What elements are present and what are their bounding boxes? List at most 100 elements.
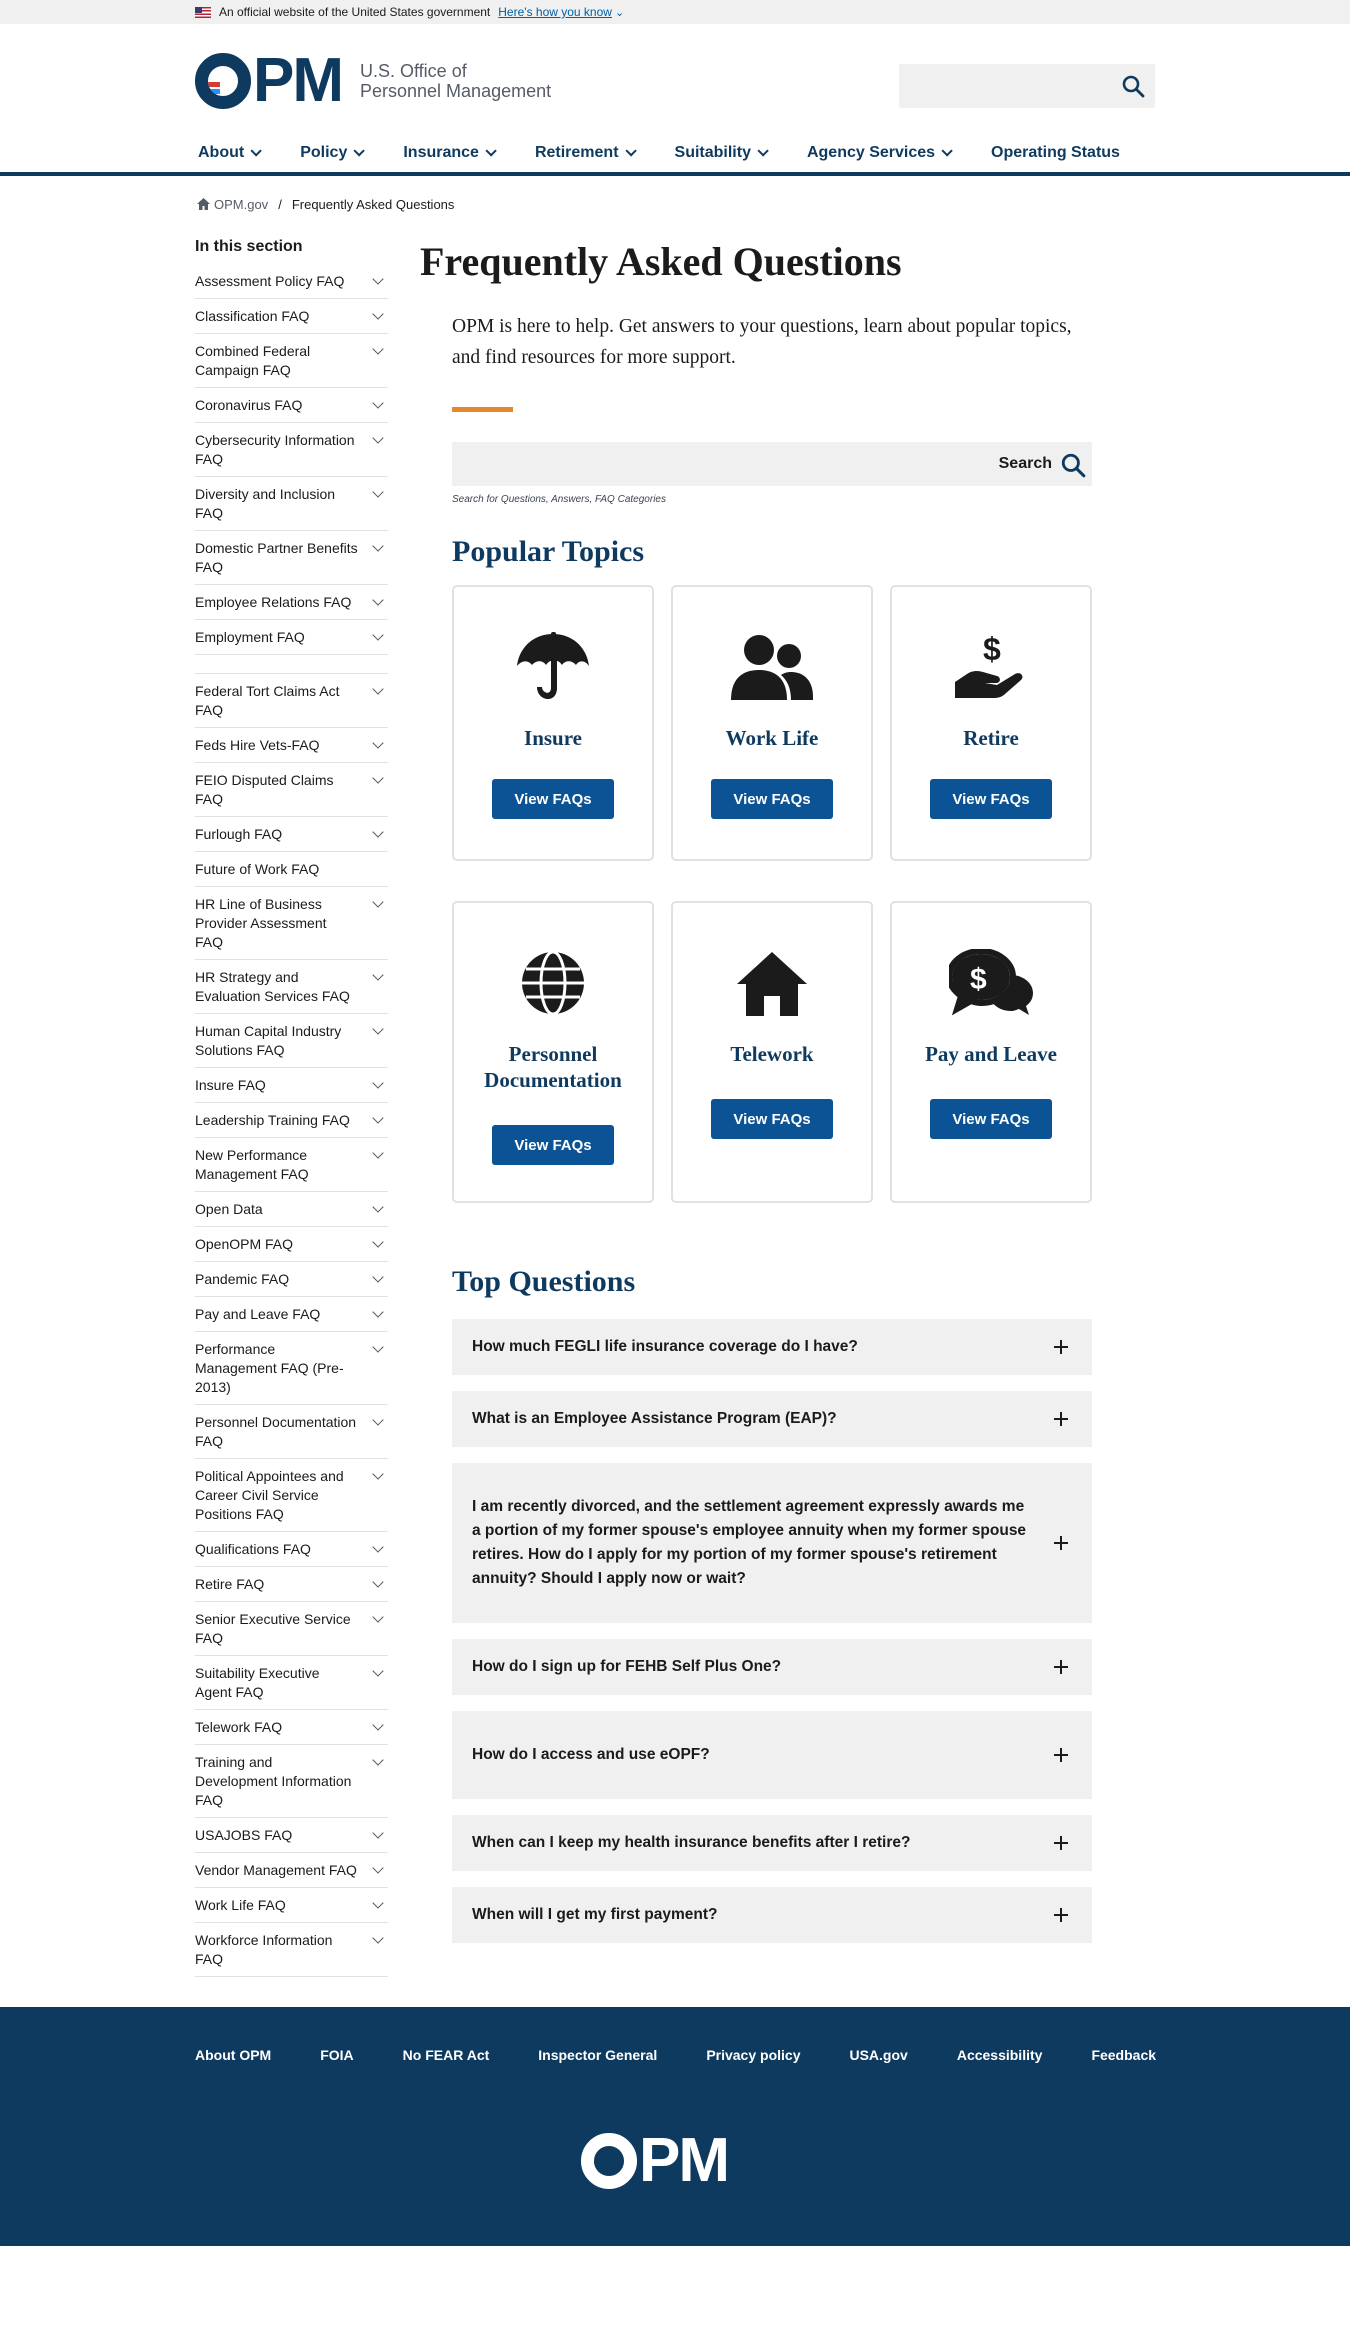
footer-link-privacy-policy[interactable]: Privacy policy [706, 2047, 800, 2063]
accordion-item[interactable]: How do I access and use eOPF? [452, 1711, 1092, 1799]
chevron-down-icon[interactable] [372, 896, 384, 908]
nav-policy[interactable]: Policy [300, 144, 366, 162]
chevron-down-icon[interactable] [372, 1341, 384, 1353]
plus-icon[interactable] [1054, 1340, 1068, 1354]
side-nav-item[interactable]: Open Data [195, 1192, 388, 1227]
side-nav-item[interactable]: Diversity and Inclusion FAQ [195, 477, 388, 531]
chevron-down-icon[interactable] [372, 1754, 384, 1766]
side-nav-item[interactable]: Suitability Executive Agent FAQ [195, 1656, 388, 1710]
accordion-item[interactable]: I am recently divorced, and the settleme… [452, 1463, 1092, 1623]
side-nav-item[interactable]: Employee Relations FAQ [195, 585, 388, 620]
plus-icon[interactable] [1054, 1412, 1068, 1426]
faq-search-label[interactable]: Search [999, 455, 1052, 473]
nav-suitability[interactable]: Suitability [675, 144, 769, 162]
side-nav-item-empty[interactable] [195, 655, 388, 674]
faq-search-input[interactable]: Search [452, 442, 1092, 486]
chevron-down-icon[interactable] [372, 1414, 384, 1426]
chevron-down-icon[interactable] [372, 1236, 384, 1248]
chevron-down-icon[interactable] [372, 737, 384, 749]
side-nav-item[interactable]: Personnel Documentation FAQ [195, 1405, 388, 1459]
chevron-down-icon[interactable] [372, 826, 384, 838]
chevron-down-icon[interactable] [372, 540, 384, 552]
chevron-down-icon[interactable] [372, 1932, 384, 1944]
side-nav-item[interactable]: FEIO Disputed Claims FAQ [195, 763, 388, 817]
accordion-item[interactable]: How much FEGLI life insurance coverage d… [452, 1319, 1092, 1375]
accordion-item[interactable]: When will I get my first payment? [452, 1887, 1092, 1943]
view-faqs-button[interactable]: View FAQs [492, 779, 614, 819]
chevron-down-icon[interactable] [372, 397, 384, 409]
chevron-down-icon[interactable] [372, 1023, 384, 1035]
side-nav-item[interactable]: Insure FAQ [195, 1068, 388, 1103]
side-nav-item[interactable]: New Performance Management FAQ [195, 1138, 388, 1192]
chevron-down-icon[interactable] [372, 594, 384, 606]
view-faqs-button[interactable]: View FAQs [930, 1099, 1052, 1139]
nav-agency-services[interactable]: Agency Services [807, 144, 953, 162]
side-nav-item[interactable]: Qualifications FAQ [195, 1532, 388, 1567]
chevron-down-icon[interactable] [372, 1862, 384, 1874]
side-nav-item[interactable]: Workforce Information FAQ [195, 1923, 388, 1977]
side-nav-item[interactable]: Political Appointees and Career Civil Se… [195, 1459, 388, 1532]
side-nav-item[interactable]: Pay and Leave FAQ [195, 1297, 388, 1332]
plus-icon[interactable] [1054, 1748, 1068, 1762]
chevron-down-icon[interactable] [372, 1665, 384, 1677]
footer-link-no-fear-act[interactable]: No FEAR Act [403, 2047, 490, 2063]
view-faqs-button[interactable]: View FAQs [492, 1125, 614, 1165]
side-nav-item[interactable]: Assessment Policy FAQ [195, 264, 388, 299]
side-nav-item[interactable]: Telework FAQ [195, 1710, 388, 1745]
side-nav-item[interactable]: Combined Federal Campaign FAQ [195, 334, 388, 388]
nav-retirement[interactable]: Retirement [535, 144, 637, 162]
chevron-down-icon[interactable] [372, 1112, 384, 1124]
side-nav-item[interactable]: Work Life FAQ [195, 1888, 388, 1923]
chevron-down-icon[interactable] [372, 432, 384, 444]
side-nav-item[interactable]: HR Line of Business Provider Assessment … [195, 887, 388, 960]
chevron-down-icon[interactable] [372, 1271, 384, 1283]
chevron-down-icon[interactable] [372, 343, 384, 355]
chevron-down-icon[interactable] [372, 1201, 384, 1213]
chevron-down-icon[interactable] [372, 1541, 384, 1553]
breadcrumb-home-link[interactable]: OPM.gov [214, 197, 268, 212]
chevron-down-icon[interactable] [372, 683, 384, 695]
footer-link-usa-gov[interactable]: USA.gov [849, 2047, 907, 2063]
accordion-item[interactable]: How do I sign up for FEHB Self Plus One? [452, 1639, 1092, 1695]
chevron-down-icon[interactable] [372, 1468, 384, 1480]
footer-link-foia[interactable]: FOIA [320, 2047, 353, 2063]
chevron-down-icon[interactable] [372, 1897, 384, 1909]
chevron-down-icon[interactable] [372, 629, 384, 641]
side-nav-item[interactable]: Human Capital Industry Solutions FAQ [195, 1014, 388, 1068]
chevron-down-icon[interactable] [372, 1576, 384, 1588]
side-nav-item[interactable]: Training and Development Information FAQ [195, 1745, 388, 1818]
side-nav-item[interactable]: Classification FAQ [195, 299, 388, 334]
footer-link-accessibility[interactable]: Accessibility [957, 2047, 1043, 2063]
view-faqs-button[interactable]: View FAQs [711, 1099, 833, 1139]
search-icon[interactable] [1121, 74, 1145, 98]
footer-link-feedback[interactable]: Feedback [1091, 2047, 1156, 2063]
chevron-down-icon[interactable] [372, 1719, 384, 1731]
side-nav-item[interactable]: Senior Executive Service FAQ [195, 1602, 388, 1656]
footer-link-about-opm[interactable]: About OPM [195, 2047, 271, 2063]
side-nav-item[interactable]: OpenOPM FAQ [195, 1227, 388, 1262]
nav-operating-status[interactable]: Operating Status [991, 144, 1120, 162]
chevron-down-icon[interactable] [372, 1147, 384, 1159]
side-nav-item[interactable]: Federal Tort Claims Act FAQ [195, 674, 388, 728]
view-faqs-button[interactable]: View FAQs [930, 779, 1052, 819]
chevron-down-icon[interactable] [372, 969, 384, 981]
opm-logo[interactable]: PM U.S. Office of Personnel Management [195, 50, 551, 112]
side-nav-item[interactable]: Feds Hire Vets-FAQ [195, 728, 388, 763]
side-nav-item[interactable]: Leadership Training FAQ [195, 1103, 388, 1138]
chevron-down-icon[interactable] [372, 1827, 384, 1839]
site-search-input[interactable] [899, 64, 1155, 108]
plus-icon[interactable] [1054, 1536, 1068, 1550]
plus-icon[interactable] [1054, 1836, 1068, 1850]
accordion-item[interactable]: When can I keep my health insurance bene… [452, 1815, 1092, 1871]
heres-how-you-know-link[interactable]: Here's how you know [498, 5, 612, 19]
plus-icon[interactable] [1054, 1908, 1068, 1922]
chevron-down-icon[interactable] [372, 308, 384, 320]
chevron-down-icon[interactable] [372, 1611, 384, 1623]
chevron-down-icon[interactable] [372, 273, 384, 285]
side-nav-item[interactable]: Future of Work FAQ [195, 852, 388, 887]
chevron-down-icon[interactable] [372, 772, 384, 784]
view-faqs-button[interactable]: View FAQs [711, 779, 833, 819]
footer-opm-logo[interactable]: PM [581, 2130, 730, 2192]
chevron-down-icon[interactable] [372, 1077, 384, 1089]
plus-icon[interactable] [1054, 1660, 1068, 1674]
